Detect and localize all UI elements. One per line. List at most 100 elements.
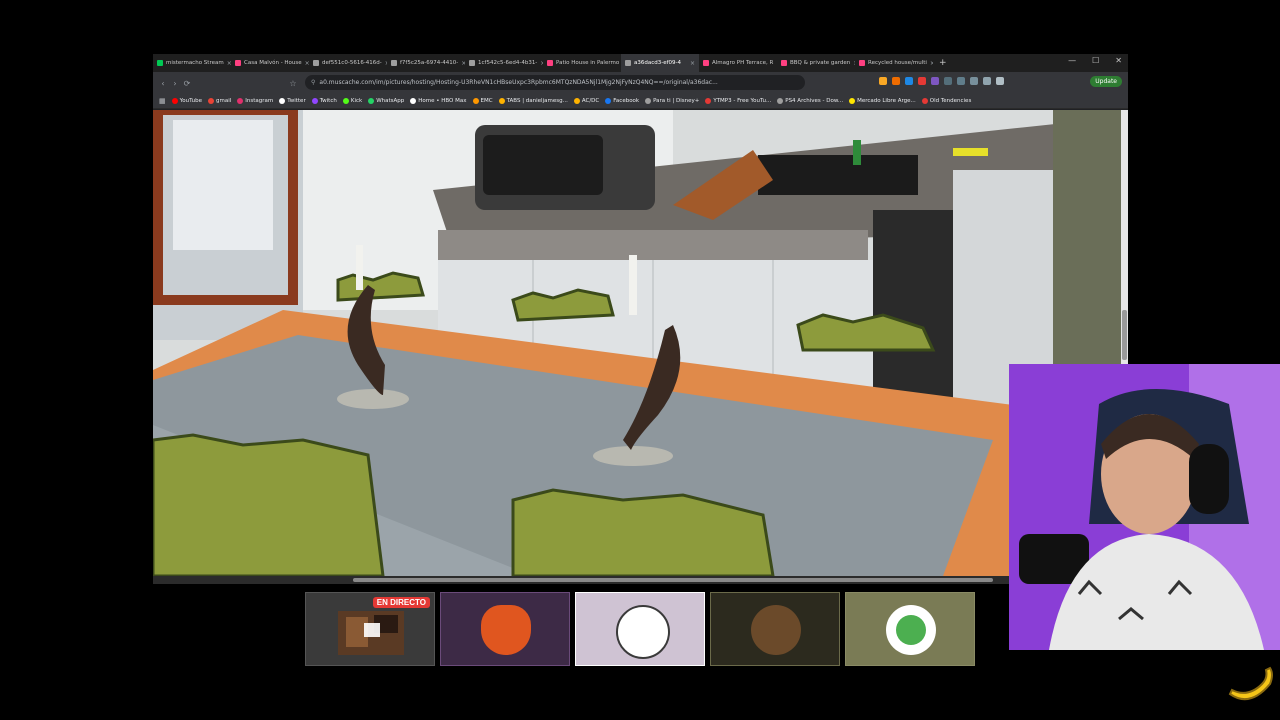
tab-label: def551c0-5616-416d-: [322, 60, 382, 66]
stream-thumbnail-live[interactable]: EN DIRECTO: [305, 592, 435, 666]
minimize-button[interactable]: —: [1068, 56, 1076, 65]
stream-thumbnail-avatar[interactable]: [710, 592, 840, 666]
extensions-row: [879, 77, 1004, 85]
tab-favicon-icon: [625, 60, 631, 66]
bookmark-label: YTMP3 - Free YouTu...: [713, 98, 772, 104]
bookmark-star-icon[interactable]: ☆: [287, 79, 299, 88]
bookmark-item[interactable]: Home • HBO Max: [410, 98, 467, 104]
bookmark-item[interactable]: EMC: [472, 98, 493, 104]
tab-label: mistermacho Stream: [166, 60, 224, 66]
tab-favicon-icon: [781, 60, 787, 66]
tab[interactable]: Recycled house/multi ×: [855, 54, 933, 72]
bookmark-icon: [605, 98, 612, 104]
tab-favicon-icon: [469, 60, 475, 66]
tab-strip: mistermacho Stream × Casa Malvón - House ×…: [153, 54, 1128, 72]
tab[interactable]: BBQ & private garden×: [777, 54, 855, 72]
tab-label: Patio House in Palermo: [556, 60, 620, 66]
extension-icon[interactable]: [879, 77, 887, 85]
bookmark-item[interactable]: Twitter: [279, 98, 306, 104]
forward-button[interactable]: ›: [169, 79, 181, 88]
new-tab-button[interactable]: +: [939, 58, 947, 68]
bookmark-item[interactable]: Old Tendencies: [921, 98, 972, 104]
reload-button[interactable]: ⟳: [181, 79, 193, 88]
bookmark-icon: [472, 98, 479, 104]
address-bar[interactable]: ⚲ a0.muscache.com/im/pictures/hosting/Ho…: [305, 75, 805, 90]
tab-label: Almagro PH Terrace, R: [712, 60, 774, 66]
tab[interactable]: f7f5c25a-6974-4410- ×: [387, 54, 465, 72]
stream-thumbnail-avatar[interactable]: [575, 592, 705, 666]
horizontal-scroll-thumb[interactable]: [353, 578, 993, 582]
tab-favicon-icon: [547, 60, 553, 66]
extension-icon[interactable]: [957, 77, 965, 85]
frog-avatar-icon: [896, 615, 926, 645]
bookmark-label: PS4 Archives - Dow...: [785, 98, 844, 104]
bookmark-item[interactable]: Twitch: [311, 98, 337, 104]
tab[interactable]: 1cf542c5-6ed4-4b31- ×: [465, 54, 543, 72]
page-viewport-kitchen-photo[interactable]: [153, 110, 1128, 576]
close-tab-icon[interactable]: ×: [690, 60, 695, 67]
extension-icon[interactable]: [892, 77, 900, 85]
bookmark-label: Instagram: [245, 98, 274, 104]
bookmark-icon: [645, 98, 652, 104]
stream-thumbnail-avatar[interactable]: [845, 592, 975, 666]
maximize-button[interactable]: ☐: [1092, 56, 1099, 65]
tab-active[interactable]: a36dacd3-ef09-4 ×: [621, 54, 699, 72]
extension-icon[interactable]: [970, 77, 978, 85]
bookmark-item[interactable]: Kick: [342, 98, 362, 104]
bookmark-item[interactable]: AC/DC: [573, 98, 599, 104]
close-tab-icon[interactable]: ×: [930, 60, 933, 67]
close-window-button[interactable]: ✕: [1115, 56, 1122, 65]
bookmark-item[interactable]: Instagram: [237, 98, 273, 104]
horizontal-scrollbar[interactable]: [153, 576, 1128, 584]
tab[interactable]: Almagro PH Terrace, R×: [699, 54, 777, 72]
tab-label: 1cf542c5-6ed4-4b31-: [478, 60, 538, 66]
bookmark-item[interactable]: WhatsApp: [368, 98, 404, 104]
kitchen-photo: [153, 110, 1128, 576]
bookmark-label: YouTube: [179, 98, 202, 104]
bookmark-item[interactable]: YTMP3 - Free YouTu...: [705, 98, 771, 104]
bookmark-label: TABS | danieljamesg...: [506, 98, 568, 104]
extension-icon[interactable]: [931, 77, 939, 85]
stream-thumbnail-avatar[interactable]: [440, 592, 570, 666]
apps-icon[interactable]: ▦: [159, 97, 166, 105]
bookmark-item[interactable]: PS4 Archives - Dow...: [777, 98, 843, 104]
tab-favicon-icon: [313, 60, 319, 66]
bookmark-icon: [705, 98, 712, 104]
site-info-icon[interactable]: ⚲: [311, 79, 315, 86]
avatar-icon: [616, 605, 670, 659]
bookmark-icon: [777, 98, 784, 104]
back-button[interactable]: ‹: [157, 79, 169, 88]
webcam-image: [1009, 364, 1280, 650]
bookmark-icon: [171, 98, 178, 104]
tab[interactable]: Casa Malvón - House ×: [231, 54, 309, 72]
tab[interactable]: mistermacho Stream ×: [153, 54, 231, 72]
tab[interactable]: Patio House in Palermo×: [543, 54, 621, 72]
extension-icon[interactable]: [996, 77, 1004, 85]
tab-favicon-icon: [859, 60, 865, 66]
stream-thumbnail-row: EN DIRECTO: [305, 592, 977, 666]
extension-icon[interactable]: [983, 77, 991, 85]
bookmark-item[interactable]: Mercado Libre Arge...: [849, 98, 916, 104]
bookmark-item[interactable]: gmail: [208, 98, 231, 104]
bookmark-label: gmail: [216, 98, 232, 104]
extension-icon[interactable]: [944, 77, 952, 85]
bookmark-label: Old Tendencies: [929, 98, 972, 104]
vertical-scroll-thumb[interactable]: [1122, 310, 1127, 360]
bookmarks-bar: ▦ YouTube gmail Instagram Twitter Twitch…: [153, 94, 1128, 109]
bookmark-label: Para ti | Disney+: [653, 98, 700, 104]
bookmark-item[interactable]: YouTube: [171, 98, 202, 104]
banana-icon: [1226, 664, 1276, 710]
tab[interactable]: def551c0-5616-416d-×: [309, 54, 387, 72]
bookmark-icon: [311, 98, 318, 104]
bookmark-item[interactable]: Para ti | Disney+: [645, 98, 699, 104]
url-text: a0.muscache.com/im/pictures/hosting/Host…: [319, 79, 718, 86]
bookmark-icon: [410, 98, 417, 104]
update-button[interactable]: Update: [1090, 76, 1122, 87]
webcam-overlay: [1009, 364, 1280, 650]
bookmark-item[interactable]: Facebook: [605, 98, 639, 104]
bookmark-icon: [208, 98, 214, 104]
bookmark-item[interactable]: TABS | danieljamesg...: [498, 98, 568, 104]
extension-icon[interactable]: [918, 77, 926, 85]
bookmark-label: Home • HBO Max: [418, 98, 467, 104]
extension-icon[interactable]: [905, 77, 913, 85]
